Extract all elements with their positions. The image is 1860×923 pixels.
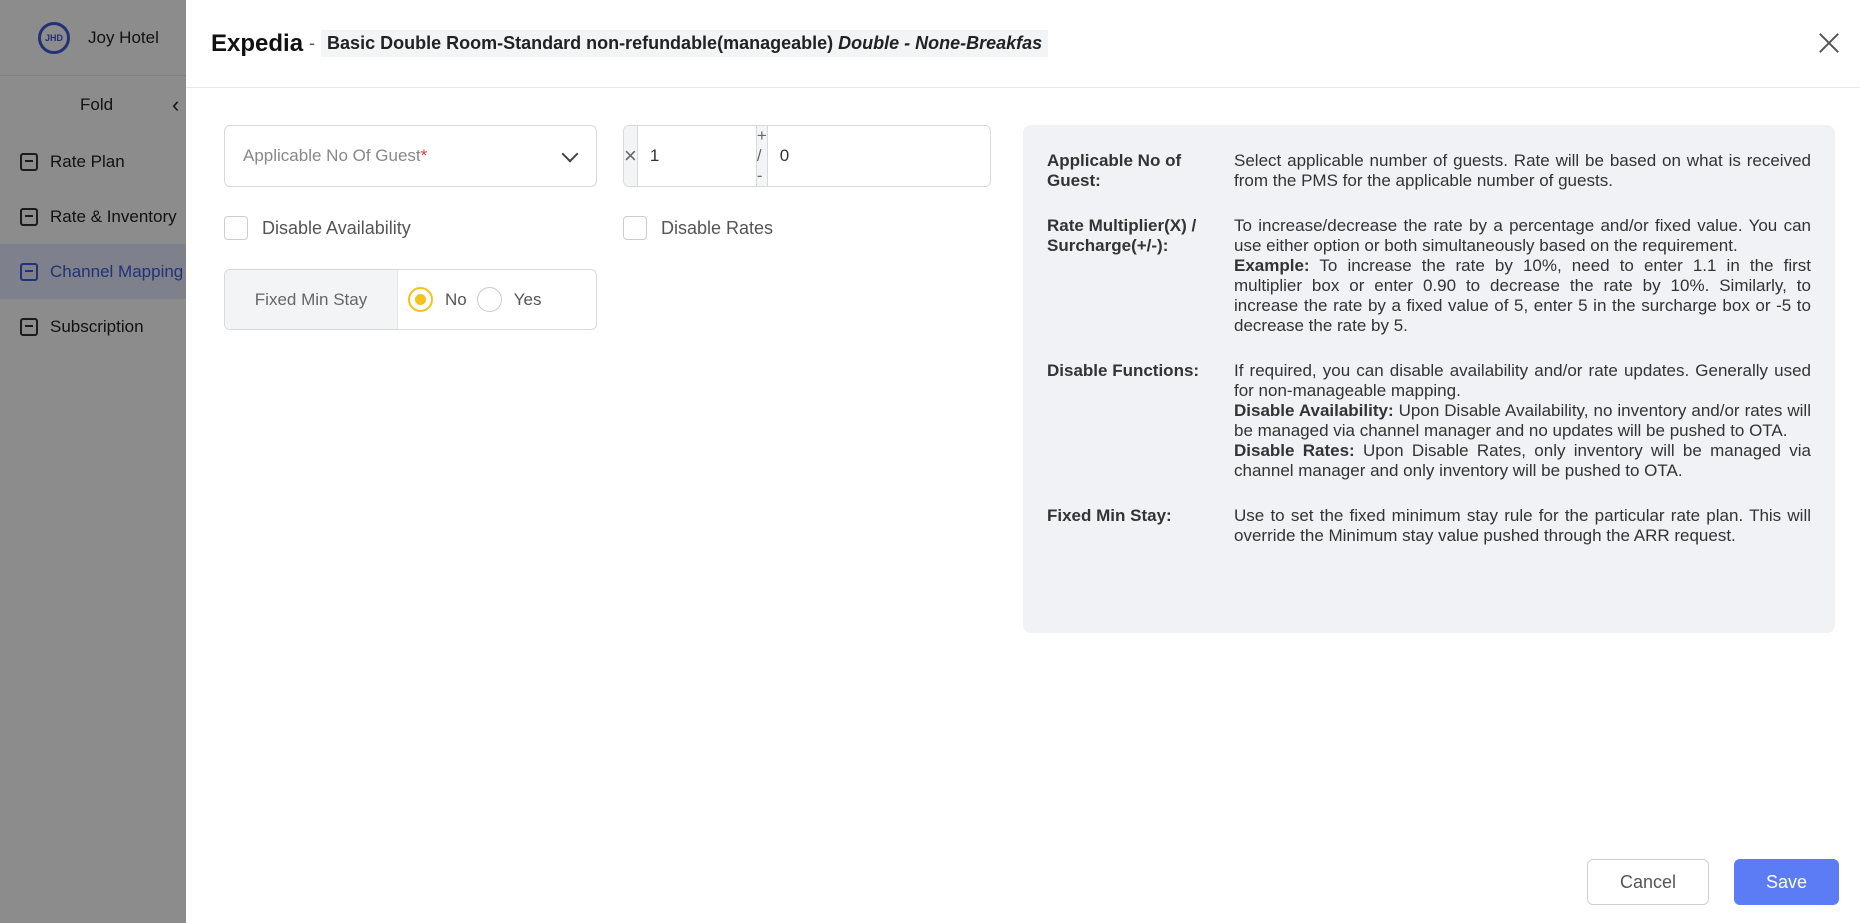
drawer-header: Expedia - Basic Double Room-Standard non… [186, 0, 1860, 88]
surcharge-label: + / - [756, 126, 768, 186]
help-key: Fixed Min Stay: [1047, 506, 1172, 525]
room-rate-title: Basic Double Room-Standard non-refundabl… [321, 30, 1049, 57]
help-panel: Applicable No of Guest: Select applicabl… [1023, 125, 1835, 633]
cancel-button[interactable]: Cancel [1587, 859, 1709, 905]
radio-no-label: No [445, 289, 467, 309]
multiplier-desc: To increase/decrease the rate by a perce… [1234, 216, 1811, 255]
help-row-multiplier: Rate Multiplier(X) / Surcharge(+/-): To … [1047, 216, 1811, 336]
disable-rates-checkbox[interactable] [623, 216, 647, 240]
mapping-drawer: Expedia - Basic Double Room-Standard non… [186, 0, 1860, 923]
save-button[interactable]: Save [1734, 859, 1839, 905]
help-row-disable: Disable Functions: If required, you can … [1047, 361, 1811, 481]
radio-option-yes[interactable]: Yes [476, 287, 542, 312]
radio-option-no[interactable]: No [408, 287, 467, 312]
disable-rates-label: Disable Rates [661, 217, 774, 238]
title-separator: - [309, 33, 316, 53]
surcharge-input[interactable] [767, 126, 990, 186]
help-value: Use to set the fixed minimum stay rule f… [1234, 506, 1811, 545]
disable-availability-help-label: Disable Availability: [1234, 401, 1394, 420]
channel-name: Expedia [211, 29, 304, 57]
multiplier-icon: × [624, 126, 638, 186]
help-value: Select applicable number of guests. Rate… [1234, 151, 1811, 190]
disable-desc: If required, you can disable availabilit… [1234, 361, 1811, 400]
help-row-guest: Applicable No of Guest: Select applicabl… [1047, 151, 1811, 191]
room-name: Basic Double Room-Standard non-refundabl… [327, 33, 834, 53]
chevron-down-icon [561, 145, 579, 163]
required-mark: * [420, 146, 428, 165]
help-key: Rate Multiplier(X) / Surcharge(+/-): [1047, 216, 1197, 255]
example-text: To increase the rate by 10%, need to ent… [1234, 256, 1811, 335]
help-key: Disable Functions: [1047, 361, 1200, 380]
help-value: To increase/decrease the rate by a perce… [1234, 216, 1811, 336]
guest-select-placeholder: Applicable No Of Guest [243, 146, 421, 165]
help-row-fixed-min-stay: Fixed Min Stay: Use to set the fixed min… [1047, 506, 1811, 546]
help-value: If required, you can disable availabilit… [1234, 361, 1811, 481]
room-detail: Double - None-Breakfas [838, 33, 1043, 53]
disable-rates-help-label: Disable Rates: [1234, 441, 1355, 460]
applicable-guest-select[interactable]: Applicable No Of Guest * [224, 125, 597, 187]
help-key: Applicable No of Guest: [1047, 151, 1182, 190]
fixed-min-stay-radios: No Yes [398, 270, 551, 329]
disable-availability-checkbox[interactable] [224, 216, 248, 240]
disable-rates-row[interactable]: Disable Rates [623, 216, 773, 240]
fixed-min-stay-group: Fixed Min Stay No Yes [224, 269, 597, 330]
radio-yes[interactable] [476, 287, 502, 312]
radio-no[interactable] [408, 287, 433, 312]
example-label: Example: [1234, 256, 1310, 275]
close-icon[interactable] [1816, 30, 1842, 56]
rate-multiplier-group: × + / - [623, 125, 991, 187]
multiplier-input[interactable] [637, 126, 757, 186]
drawer-backdrop[interactable] [0, 0, 186, 923]
radio-yes-label: Yes [513, 289, 542, 309]
disable-availability-row[interactable]: Disable Availability [224, 216, 411, 240]
fixed-min-stay-label: Fixed Min Stay [225, 270, 398, 329]
disable-availability-label: Disable Availability [262, 217, 411, 238]
